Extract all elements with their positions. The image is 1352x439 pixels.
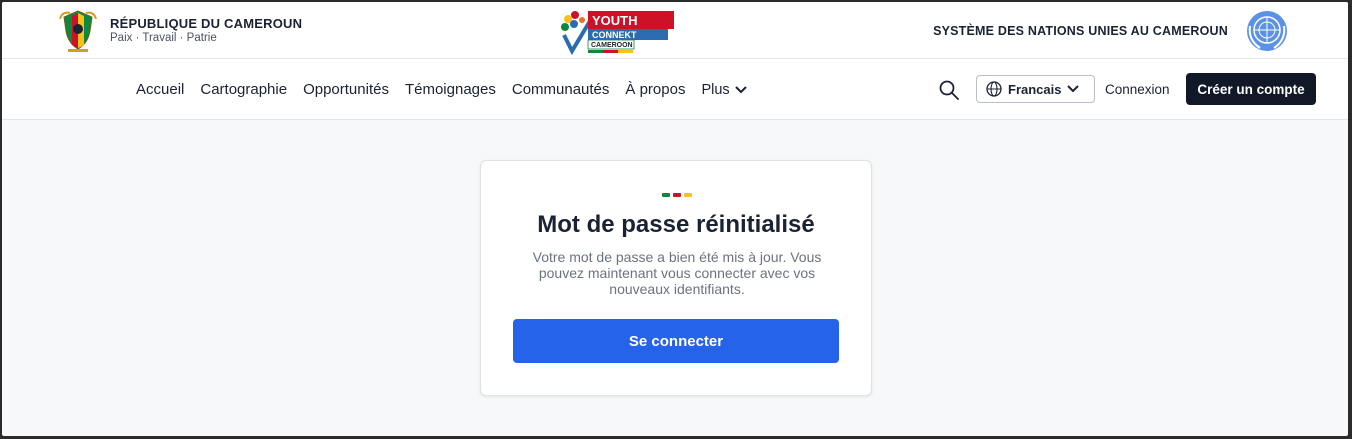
chevron-down-icon <box>734 85 747 93</box>
republic-title: RÉPUBLIQUE DU CAMEROUN <box>110 16 303 31</box>
flag-dash-green <box>662 193 670 197</box>
nav-item-cartographie[interactable]: Cartographie <box>200 81 287 98</box>
nav-item-a-propos[interactable]: À propos <box>625 81 685 98</box>
language-label: Francais <box>1008 81 1062 97</box>
youth-connekt-logo[interactable]: YOUTH CONNEKT CAMEROON <box>560 9 675 55</box>
republic-brand[interactable]: RÉPUBLIQUE DU CAMEROUN Paix · Travail · … <box>58 7 302 53</box>
page: RÉPUBLIQUE DU CAMEROUN Paix · Travail · … <box>2 2 1348 436</box>
nav-item-opportunites[interactable]: Opportunités <box>303 81 389 98</box>
un-title: SYSTÈME DES NATIONS UNIES AU CAMEROUN <box>933 24 1228 38</box>
logo-text-youth: YOUTH <box>592 13 638 28</box>
login-link[interactable]: Connexion <box>1105 82 1170 97</box>
search-icon[interactable] <box>938 79 960 101</box>
nav-item-accueil[interactable]: Accueil <box>136 81 184 98</box>
nav-plus-label: Plus <box>701 81 730 98</box>
flag-dash-red <box>673 193 681 197</box>
login-button[interactable]: Se connecter <box>513 319 839 363</box>
language-selector[interactable]: Francais <box>976 75 1095 103</box>
flag-dashes <box>662 193 692 197</box>
logo-text-cameroon: CAMEROON <box>591 42 633 49</box>
flag-dash-yellow <box>684 193 692 197</box>
globe-icon <box>986 81 1002 97</box>
chevron-down-icon <box>1067 85 1080 93</box>
signup-button[interactable]: Créer un compte <box>1186 73 1316 105</box>
logo-text-connekt: CONNEKT <box>592 30 637 40</box>
nav-item-temoignages[interactable]: Témoignages <box>405 81 496 98</box>
card-description: Votre mot de passe a bien été mis à jour… <box>532 249 822 297</box>
nav-item-plus[interactable]: Plus <box>701 81 747 98</box>
un-brand[interactable]: SYSTÈME DES NATIONS UNIES AU CAMEROUN <box>933 8 1294 54</box>
nav-menu: Accueil Cartographie Opportunités Témoig… <box>136 59 747 120</box>
coat-of-arms-icon <box>59 10 97 52</box>
reset-success-card: Mot de passe réinitialisé Votre mot de p… <box>480 160 872 396</box>
main-nav: Accueil Cartographie Opportunités Témoig… <box>2 59 1348 120</box>
un-emblem-icon <box>1247 11 1287 51</box>
nav-item-communautes[interactable]: Communautés <box>512 81 610 98</box>
top-bar: RÉPUBLIQUE DU CAMEROUN Paix · Travail · … <box>2 2 1348 59</box>
card-title: Mot de passe réinitialisé <box>537 211 815 238</box>
republic-motto: Paix · Travail · Patrie <box>110 32 217 44</box>
